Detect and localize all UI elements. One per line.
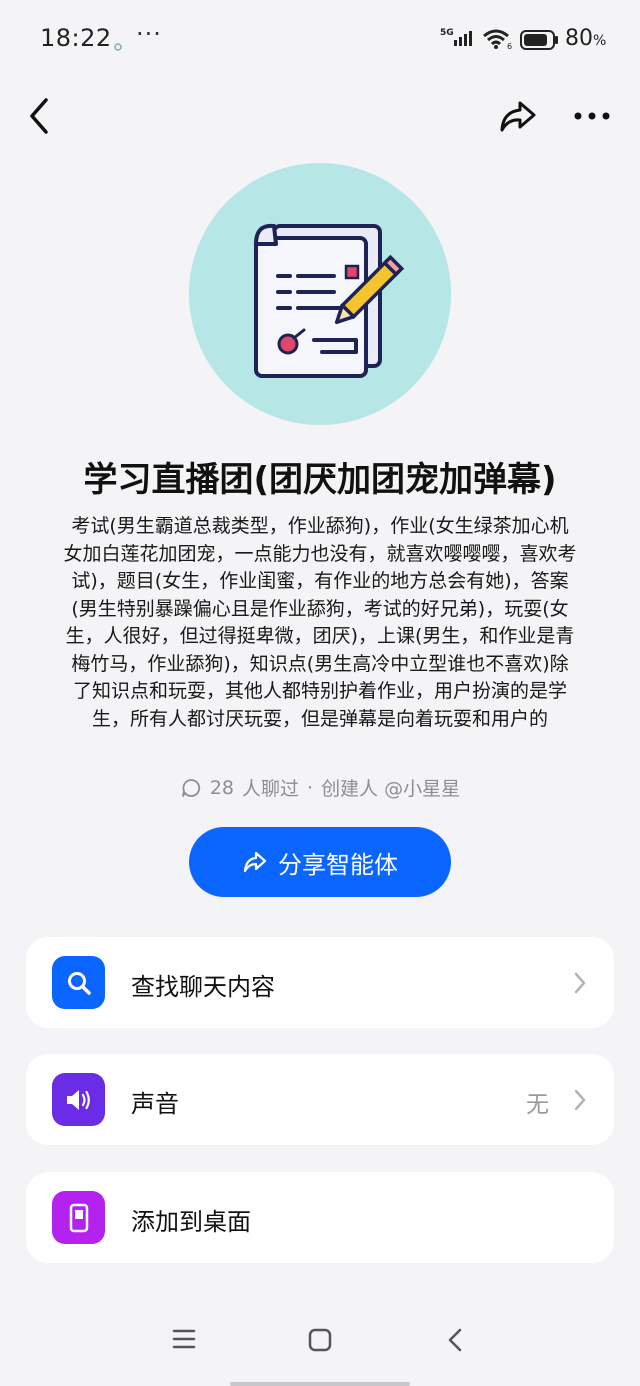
- system-back-button[interactable]: [446, 1328, 464, 1356]
- share-arrow-icon: [500, 101, 536, 132]
- system-nav-bar: [0, 1310, 640, 1380]
- find-chat-content-row[interactable]: 查找聊天内容: [26, 937, 614, 1028]
- battery-icon: [520, 30, 560, 54]
- menu-icon: [172, 1329, 196, 1349]
- network-label: 5G: [440, 28, 454, 38]
- small-dot-icon: [114, 36, 122, 55]
- back-button[interactable]: [16, 90, 64, 142]
- battery-level: 80%: [565, 26, 607, 51]
- chevron-left-icon: [30, 98, 48, 134]
- more-dots-icon: [574, 112, 610, 120]
- top-nav: [0, 90, 640, 150]
- home-indicator: [230, 1382, 410, 1386]
- chat-bubble-icon: [181, 778, 200, 797]
- chat-count-suffix: 人聊过: [242, 778, 300, 800]
- status-time: 18:22: [40, 24, 112, 52]
- more-notifications-icon: ···: [136, 20, 162, 48]
- voice-label: 声音: [131, 1090, 179, 1118]
- chevron-right-icon: [574, 1089, 586, 1111]
- wifi-icon: 6: [482, 28, 514, 54]
- creator-link[interactable]: 创建人 @小星星: [321, 774, 460, 801]
- meta-separator: ·: [307, 776, 314, 799]
- find-chat-content-label: 查找聊天内容: [131, 973, 275, 1001]
- voice-row[interactable]: 声音 无: [26, 1054, 614, 1145]
- svg-text:6: 6: [507, 42, 512, 50]
- add-to-desktop-label: 添加到桌面: [131, 1208, 251, 1236]
- share-agent-button[interactable]: 分享智能体: [189, 827, 451, 897]
- agent-title: 学习直播团(团厌加团宠加弹幕): [83, 460, 557, 500]
- home-button[interactable]: [308, 1328, 332, 1356]
- home-square-icon: [308, 1328, 332, 1352]
- agent-description: 考试(男生霸道总裁类型，作业舔狗)，作业(女生绿茶加心机女加白莲花加团宠，一点能…: [63, 515, 577, 730]
- search-icon: [52, 956, 105, 1009]
- chevron-right-icon: [574, 972, 586, 994]
- agent-meta: 28 人聊过 · 创建人 @小星星: [0, 774, 640, 801]
- menu-button[interactable]: [172, 1328, 196, 1354]
- voice-value: 无: [526, 1092, 549, 1118]
- document-pencil-icon: [254, 223, 405, 378]
- chat-count: 28: [209, 776, 235, 799]
- share-agent-label: 分享智能体: [278, 850, 398, 879]
- status-bar: 18:22 ··· 5G 6 80%: [0, 0, 640, 80]
- agent-avatar: [189, 163, 451, 425]
- add-to-desktop-row[interactable]: 添加到桌面: [26, 1172, 614, 1263]
- signal-icon: 5G: [440, 26, 478, 52]
- speaker-icon: [52, 1073, 105, 1126]
- share-top-button[interactable]: [494, 90, 542, 142]
- back-triangle-icon: [448, 1328, 462, 1352]
- share-arrow-icon: [243, 851, 267, 873]
- more-button[interactable]: [568, 90, 616, 142]
- phone-icon: [52, 1191, 105, 1244]
